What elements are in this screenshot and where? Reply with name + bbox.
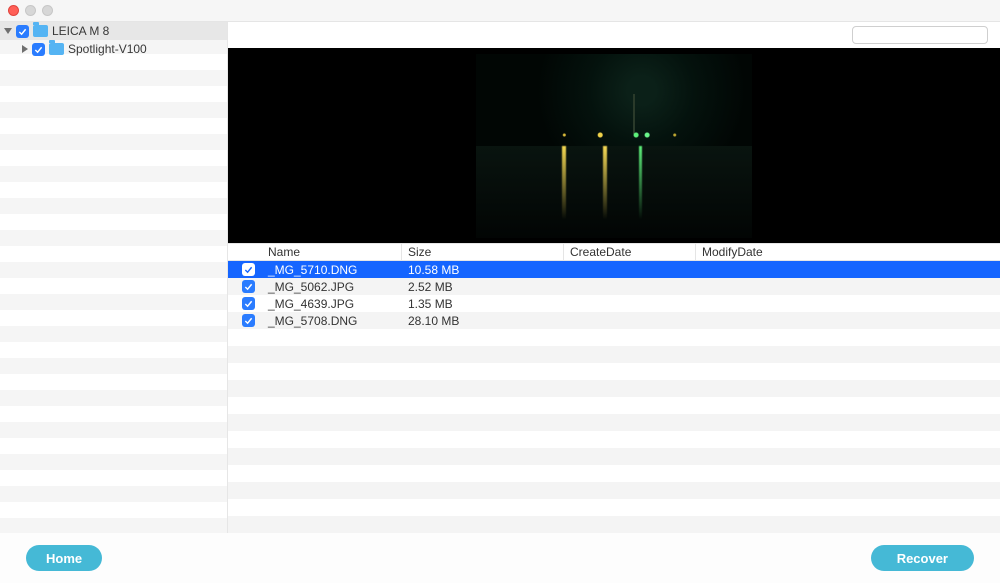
maximize-icon[interactable]	[42, 5, 53, 16]
folder-icon	[49, 43, 64, 55]
row-checkbox-cell	[228, 280, 262, 293]
col-modify-date[interactable]: ModifyDate	[696, 245, 1000, 259]
table-header: Name Size CreateDate ModifyDate	[228, 243, 1000, 261]
preview-panel	[228, 48, 1000, 243]
col-size[interactable]: Size	[402, 244, 564, 260]
footer: Home Recover	[0, 533, 1000, 583]
tree-item-label: Spotlight-V100	[68, 42, 147, 56]
tree-item-root[interactable]: LEICA M 8	[0, 22, 227, 40]
preview-image	[476, 54, 752, 238]
table-row[interactable]: _MG_5708.DNG28.10 MB	[228, 312, 1000, 329]
recover-button[interactable]: Recover	[871, 545, 974, 571]
checkbox[interactable]	[242, 280, 255, 293]
table-row[interactable]: _MG_5710.DNG10.58 MB	[228, 261, 1000, 278]
search-input[interactable]	[861, 29, 1000, 41]
col-name[interactable]: Name	[262, 244, 402, 260]
row-checkbox-cell	[228, 297, 262, 310]
row-size: 2.52 MB	[402, 280, 564, 294]
titlebar	[0, 0, 1000, 22]
main-pane: Name Size CreateDate ModifyDate _MG_5710…	[228, 22, 1000, 533]
row-name: _MG_5708.DNG	[262, 314, 402, 328]
table-row[interactable]: _MG_4639.JPG1.35 MB	[228, 295, 1000, 312]
row-checkbox-cell	[228, 263, 262, 276]
row-size: 28.10 MB	[402, 314, 564, 328]
app-window: LEICA M 8 Spotlight-V100	[0, 0, 1000, 583]
row-checkbox-cell	[228, 314, 262, 327]
row-size: 10.58 MB	[402, 263, 564, 277]
folder-icon	[33, 25, 48, 37]
table-body: _MG_5710.DNG10.58 MB_MG_5062.JPG2.52 MB_…	[228, 261, 1000, 533]
minimize-icon[interactable]	[25, 5, 36, 16]
checkbox[interactable]	[242, 297, 255, 310]
chevron-down-icon[interactable]	[4, 28, 12, 34]
body: LEICA M 8 Spotlight-V100	[0, 22, 1000, 583]
row-name: _MG_5710.DNG	[262, 263, 402, 277]
search-box[interactable]	[852, 26, 988, 44]
row-size: 1.35 MB	[402, 297, 564, 311]
chevron-right-icon[interactable]	[22, 45, 28, 53]
table-row[interactable]: _MG_5062.JPG2.52 MB	[228, 278, 1000, 295]
checkbox[interactable]	[242, 314, 255, 327]
checkbox[interactable]	[16, 25, 29, 38]
col-create-date[interactable]: CreateDate	[564, 244, 696, 260]
tree-item-label: LEICA M 8	[52, 24, 109, 38]
row-name: _MG_4639.JPG	[262, 297, 402, 311]
close-icon[interactable]	[8, 5, 19, 16]
file-table: Name Size CreateDate ModifyDate _MG_5710…	[228, 243, 1000, 533]
home-button[interactable]: Home	[26, 545, 102, 571]
row-name: _MG_5062.JPG	[262, 280, 402, 294]
upper-pane: LEICA M 8 Spotlight-V100	[0, 22, 1000, 533]
sidebar: LEICA M 8 Spotlight-V100	[0, 22, 228, 533]
toolbar	[228, 22, 1000, 48]
tree-item-child[interactable]: Spotlight-V100	[0, 40, 227, 58]
checkbox[interactable]	[242, 263, 255, 276]
checkbox[interactable]	[32, 43, 45, 56]
